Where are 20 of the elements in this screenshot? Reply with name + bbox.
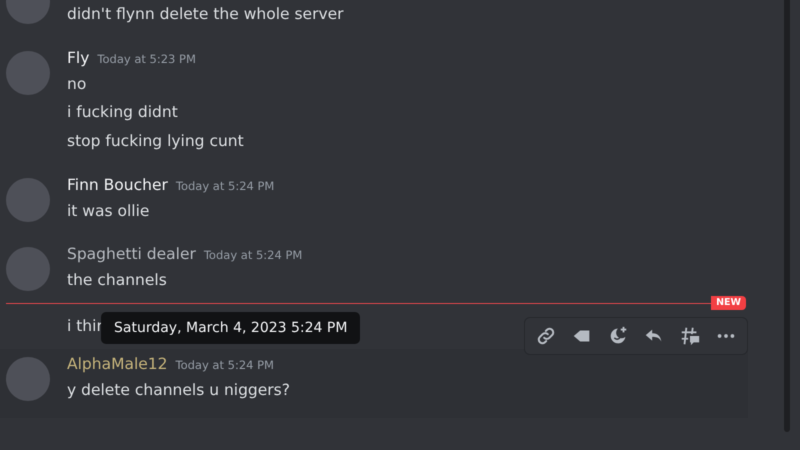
new-badge: NEW <box>711 296 746 310</box>
username[interactable]: Fly <box>67 49 90 67</box>
message-text: it was ollie <box>67 201 150 222</box>
message-text: i fucking didnt <box>67 102 179 123</box>
message-text: no <box>67 74 88 95</box>
username[interactable]: Finn Boucher <box>67 176 168 194</box>
timestamp-tooltip: Saturday, March 4, 2023 5:24 PM <box>101 312 360 344</box>
message-text: stop fucking lying cunt <box>67 131 244 152</box>
link-icon[interactable] <box>535 325 557 347</box>
timestamp: Today at 5:24 PM <box>176 358 274 372</box>
timestamp: Today at 5:24 PM <box>176 179 274 193</box>
message-text: the channels <box>67 270 168 291</box>
timestamp: Today at 5:24 PM <box>204 248 302 262</box>
username[interactable]: Spaghetti dealer <box>67 245 196 263</box>
message-text: i thir <box>67 316 103 337</box>
timestamp: Today at 5:23 PM <box>97 52 196 66</box>
thread-icon[interactable] <box>679 325 701 347</box>
message-text: y delete channels u niggers? <box>67 380 290 401</box>
username[interactable]: AlphaMale12 <box>67 355 168 373</box>
message-text: didn't flynn delete the whole server <box>67 4 344 25</box>
